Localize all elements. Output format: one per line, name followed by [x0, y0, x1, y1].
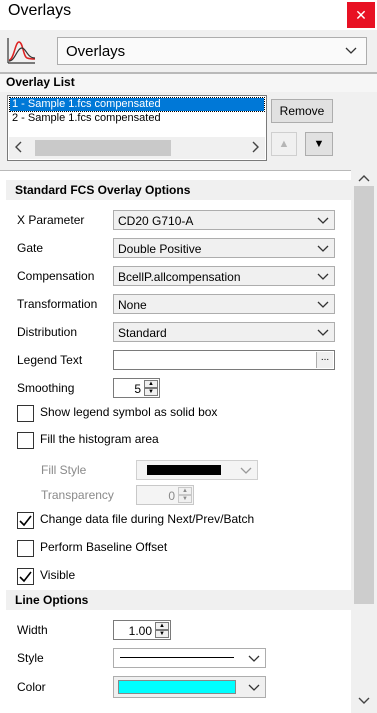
spin-down-icon[interactable]: ▼: [144, 388, 158, 396]
chevron-down-icon: [240, 463, 252, 480]
baseline-offset-label: Perform Baseline Offset: [40, 540, 168, 554]
scroll-down-icon[interactable]: [358, 696, 370, 709]
standard-options-header: Standard FCS Overlay Options: [6, 180, 351, 200]
change-data-file-label: Change data file during Next/Prev/Batch: [40, 512, 255, 526]
width-label: Width: [17, 623, 48, 637]
fill-style-dropdown[interactable]: [136, 460, 258, 480]
checkmark-icon: [19, 515, 32, 527]
x-parameter-value: CD20 G710-A: [118, 214, 194, 228]
vertical-scrollbar[interactable]: [351, 171, 377, 713]
fill-histogram-label: Fill the histogram area: [40, 432, 159, 446]
legend-text-input[interactable]: ...: [113, 350, 335, 370]
baseline-offset-checkbox[interactable]: [17, 540, 34, 557]
gate-value: Double Positive: [118, 242, 202, 256]
chevron-down-icon: [317, 269, 329, 286]
smoothing-value: 5: [134, 382, 141, 396]
show-legend-solid-label: Show legend symbol as solid box: [40, 405, 218, 419]
spin-down-icon[interactable]: ▼: [178, 495, 192, 503]
gate-dropdown[interactable]: Double Positive: [113, 238, 335, 258]
x-parameter-dropdown[interactable]: CD20 G710-A: [113, 210, 335, 230]
gate-label: Gate: [17, 241, 44, 255]
view-selector-value: Overlays: [66, 43, 126, 60]
overlay-listbox[interactable]: 1 - Sample 1.fcs compensated 2 - Sample …: [7, 95, 267, 161]
transparency-value: 0: [168, 489, 175, 503]
checkmark-icon: [19, 571, 32, 583]
color-label: Color: [17, 680, 46, 694]
x-parameter-label: X Parameter: [17, 213, 85, 227]
overlay-list-header: Overlay List: [0, 72, 377, 92]
spin-up-icon[interactable]: ▲: [178, 487, 192, 495]
triangle-down-icon: ▼: [313, 138, 325, 150]
smoothing-spinner[interactable]: 5 ▲ ▼: [113, 378, 160, 398]
horizontal-scrollbar[interactable]: [9, 137, 265, 159]
scroll-thumb[interactable]: [35, 140, 171, 156]
scroll-up-icon[interactable]: [358, 173, 370, 186]
line-style-dropdown[interactable]: [113, 648, 266, 668]
compensation-value: BcellP.allcompensation: [118, 270, 241, 284]
scroll-right-icon[interactable]: [250, 140, 260, 157]
chevron-down-icon: [317, 325, 329, 342]
spin-up-icon[interactable]: ▲: [144, 380, 158, 388]
style-label: Style: [17, 651, 44, 665]
line-options-header: Line Options: [6, 590, 351, 610]
width-value: 1.00: [128, 624, 152, 638]
fill-style-swatch: [147, 465, 221, 475]
chevron-down-icon: [317, 297, 329, 314]
visible-label: Visible: [40, 568, 76, 582]
chevron-down-icon: [344, 43, 358, 60]
distribution-dropdown[interactable]: Standard: [113, 322, 335, 342]
line-style-preview: [120, 657, 234, 658]
compensation-dropdown[interactable]: BcellP.allcompensation: [113, 266, 335, 286]
transparency-label: Transparency: [41, 488, 114, 502]
legend-text-label: Legend Text: [17, 353, 83, 367]
chevron-down-icon: [248, 651, 260, 668]
triangle-up-icon: ▲: [278, 138, 290, 150]
change-data-file-checkbox[interactable]: [17, 512, 34, 529]
remove-button[interactable]: Remove: [271, 99, 333, 123]
chevron-down-icon: [317, 213, 329, 230]
fill-style-label: Fill Style: [41, 463, 87, 477]
width-spinner[interactable]: 1.00 ▲ ▼: [113, 620, 171, 640]
transformation-dropdown[interactable]: None: [113, 294, 335, 314]
chevron-down-icon: [248, 680, 260, 697]
scroll-thumb[interactable]: [354, 186, 374, 604]
chevron-down-icon: [317, 241, 329, 258]
close-button[interactable]: ✕: [347, 2, 375, 28]
line-options-title: Line Options: [15, 593, 89, 607]
spin-down-icon[interactable]: ▼: [155, 630, 169, 638]
smoothing-label: Smoothing: [17, 381, 75, 395]
legend-text-browse-button[interactable]: ...: [316, 352, 333, 368]
list-item[interactable]: 1 - Sample 1.fcs compensated: [9, 97, 265, 112]
overlay-list-title: Overlay List: [6, 75, 75, 89]
transformation-value: None: [118, 298, 147, 312]
line-color-dropdown[interactable]: [113, 676, 266, 698]
scroll-left-icon[interactable]: [14, 140, 24, 157]
visible-checkbox[interactable]: [17, 568, 34, 585]
fill-histogram-checkbox[interactable]: [17, 432, 34, 449]
distribution-label: Distribution: [17, 325, 78, 339]
standard-options-title: Standard FCS Overlay Options: [15, 183, 191, 197]
transparency-spinner[interactable]: 0 ▲ ▼: [136, 485, 194, 505]
move-down-button[interactable]: ▼: [305, 132, 333, 156]
transformation-label: Transformation: [17, 297, 98, 311]
line-color-swatch: [118, 680, 236, 694]
show-legend-solid-checkbox[interactable]: [17, 405, 34, 422]
list-item[interactable]: 2 - Sample 1.fcs compensated: [10, 112, 264, 125]
spin-up-icon[interactable]: ▲: [155, 622, 169, 630]
distribution-value: Standard: [118, 326, 167, 340]
compensation-label: Compensation: [17, 269, 95, 283]
close-icon: ✕: [355, 7, 367, 23]
move-up-button[interactable]: ▲: [271, 132, 297, 156]
window-title: Overlays: [8, 2, 72, 19]
overlay-chart-icon: [5, 36, 37, 66]
view-selector[interactable]: Overlays: [57, 37, 367, 65]
